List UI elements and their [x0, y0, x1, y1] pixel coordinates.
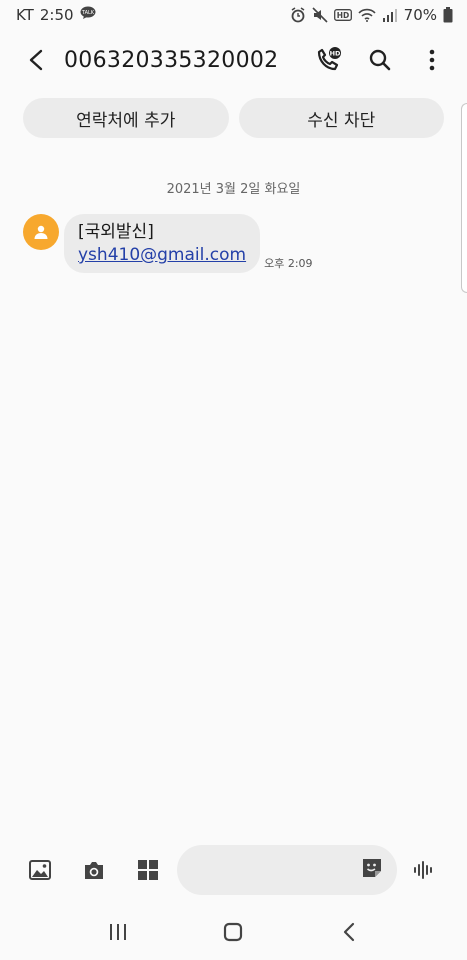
recent-apps-button[interactable]	[88, 908, 148, 956]
clock: 2:50	[39, 6, 74, 24]
scroll-handle[interactable]	[461, 103, 467, 293]
waveform-icon	[414, 861, 432, 879]
sticker-button[interactable]	[361, 857, 383, 883]
message-text: [국외발신]	[78, 222, 154, 242]
message-row: [국외발신] ysh410@gmail.com 오후 2:09	[23, 214, 313, 273]
message-input-container	[143, 845, 397, 895]
home-button[interactable]	[203, 908, 263, 956]
wifi-icon	[358, 8, 376, 22]
status-right: HD 70%	[290, 6, 453, 24]
message-timestamp: 오후 2:09	[264, 257, 313, 270]
alarm-icon	[290, 7, 306, 23]
system-nav-bar	[0, 908, 467, 956]
signal-icon	[382, 8, 398, 22]
carrier-label: KT	[16, 6, 34, 24]
contact-actions: 연락처에 추가 수신 차단	[23, 98, 444, 138]
nav-back-icon	[344, 922, 355, 942]
more-vertical-icon	[429, 49, 435, 71]
message-bubble[interactable]: [국외발신] ysh410@gmail.com	[64, 214, 261, 273]
voice-input-button[interactable]	[397, 844, 451, 896]
back-button[interactable]	[10, 36, 62, 84]
camera-icon	[85, 861, 103, 879]
recents-icon	[109, 924, 126, 940]
header-actions: HD	[305, 37, 455, 83]
nav-back-button[interactable]	[319, 908, 379, 956]
hd-voice-icon: HD	[333, 9, 352, 21]
battery-icon	[443, 7, 453, 23]
block-number-button[interactable]: 수신 차단	[238, 98, 444, 138]
image-icon	[29, 860, 51, 880]
person-icon	[34, 225, 48, 239]
search-icon	[369, 49, 391, 71]
email-link[interactable]: ysh410@gmail.com	[78, 244, 246, 267]
svg-text:TALK: TALK	[80, 10, 94, 16]
sender-avatar[interactable]	[23, 214, 59, 250]
svg-text:HD: HD	[336, 11, 349, 20]
status-left: KT 2:50 TALK	[16, 6, 96, 24]
status-bar: KT 2:50 TALK HD 70%	[0, 0, 467, 30]
phone-hd-icon: HD	[317, 47, 341, 71]
back-arrow-icon	[29, 49, 43, 71]
conversation-header: 006320335320002 HD	[0, 36, 467, 84]
talk-notification-icon: TALK	[80, 6, 96, 24]
conversation-title: 006320335320002	[64, 47, 279, 73]
hd-badge-text: HD	[330, 50, 341, 58]
battery-label: 70%	[403, 6, 437, 24]
sticker-icon	[363, 859, 381, 877]
message-composer	[0, 844, 467, 896]
camera-button[interactable]	[67, 844, 121, 896]
messages-screen: KT 2:50 TALK HD 70% 006320335320002 HD 연…	[0, 0, 467, 960]
add-to-contacts-button[interactable]: 연락처에 추가	[23, 98, 229, 138]
home-icon	[224, 922, 243, 942]
message-input[interactable]	[143, 845, 361, 895]
gallery-button[interactable]	[13, 844, 67, 896]
mute-icon	[312, 7, 328, 23]
hd-call-button[interactable]: HD	[305, 37, 351, 83]
more-options-button[interactable]	[409, 37, 455, 83]
date-separator: 2021년 3월 2일 화요일	[166, 182, 301, 197]
search-button[interactable]	[357, 37, 403, 83]
